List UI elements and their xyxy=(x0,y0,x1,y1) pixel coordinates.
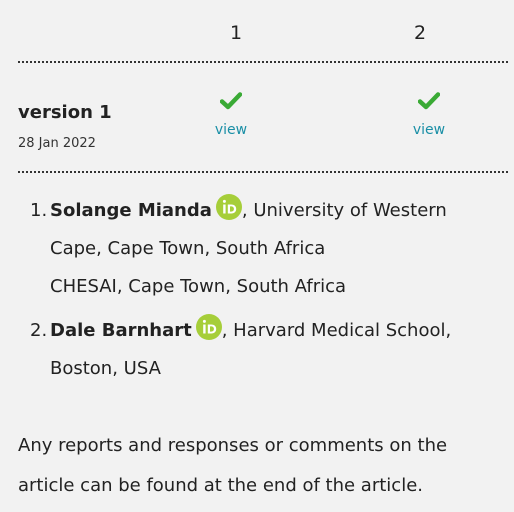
divider xyxy=(18,171,508,173)
version-title: version 1 xyxy=(18,102,112,123)
check-icon xyxy=(220,92,242,110)
reviewer-name[interactable]: Dale Barnhart xyxy=(50,320,192,341)
notice-line: Any reports and responses or comments on… xyxy=(18,435,448,456)
reviewer-number: 2. xyxy=(30,320,48,341)
referee-status-grid: 1 2 version 1 28 Jan 2022 view view xyxy=(18,0,514,173)
reviewer-column-1: 1 xyxy=(230,22,243,44)
reviewer-column-2: 2 xyxy=(414,22,427,44)
reviewer-item: 1. Solange Mianda , University of Wester… xyxy=(30,192,500,306)
reviewer-affiliation: , University of Western xyxy=(241,200,447,221)
reviewer-2-report: view xyxy=(409,92,449,138)
reviewer-header-row: 1 2 xyxy=(18,0,514,62)
version-date: 28 Jan 2022 xyxy=(18,136,96,151)
reviewer-item: 2. Dale Barnhart , Harvard Medical Schoo… xyxy=(30,312,500,388)
reviewer-affiliation: CHESAI, Cape Town, South Africa xyxy=(50,276,347,297)
reports-notice: Any reports and responses or comments on… xyxy=(18,426,508,506)
notice-line: article can be found at the end of the a… xyxy=(18,475,423,496)
view-report-link-2[interactable]: view xyxy=(409,122,449,138)
referee-status-panel: 1 2 version 1 28 Jan 2022 view view 1. S… xyxy=(0,0,514,512)
reviewer-name[interactable]: Solange Mianda xyxy=(50,200,212,221)
check-icon xyxy=(418,92,440,110)
reviewer-list: 1. Solange Mianda , University of Wester… xyxy=(30,192,500,394)
version-row: version 1 28 Jan 2022 view view xyxy=(18,62,508,170)
orcid-icon[interactable] xyxy=(195,314,222,340)
reviewer-number: 1. xyxy=(30,200,48,221)
reviewer-affiliation: , Harvard Medical School, xyxy=(221,320,452,341)
reviewer-1-report: view xyxy=(211,92,251,138)
orcid-icon[interactable] xyxy=(215,194,242,220)
view-report-link-1[interactable]: view xyxy=(211,122,251,138)
reviewer-affiliation: Boston, USA xyxy=(50,358,161,379)
reviewer-affiliation: Cape, Cape Town, South Africa xyxy=(50,238,326,259)
